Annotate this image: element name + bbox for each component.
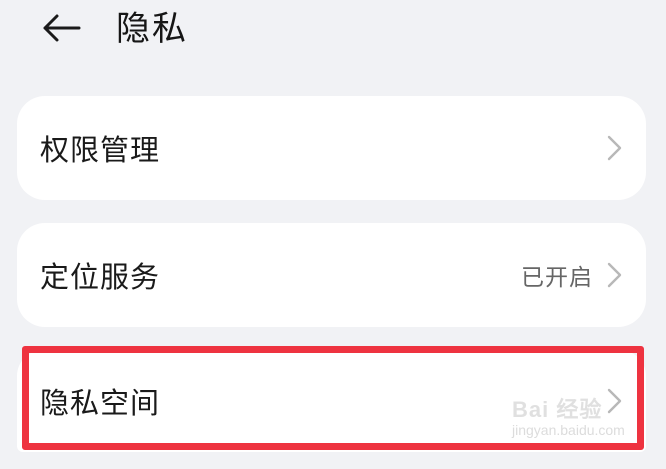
app-header: 隐私 (0, 0, 666, 66)
page-title: 隐私 (116, 9, 188, 49)
settings-item-permission-management[interactable]: 权限管理 (17, 96, 646, 200)
settings-item-location-service[interactable]: 定位服务 已开启 (17, 223, 646, 327)
back-button[interactable] (38, 8, 84, 48)
settings-item-label: 权限管理 (40, 133, 161, 167)
settings-item-private-space[interactable]: 隐私空间 (17, 350, 646, 452)
settings-item-label: 隐私空间 (40, 386, 161, 420)
arrow-left-icon (43, 14, 81, 42)
chevron-right-icon (607, 388, 622, 414)
settings-item-label: 定位服务 (40, 260, 161, 294)
chevron-right-icon (607, 135, 622, 161)
chevron-right-icon (607, 262, 622, 288)
status-text: 已开启 (521, 265, 593, 291)
